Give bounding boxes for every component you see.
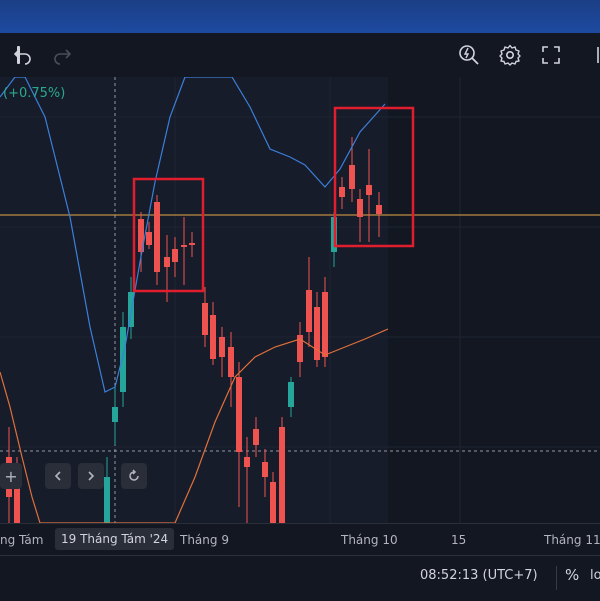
zoom-in-button[interactable]: + bbox=[0, 463, 22, 489]
candle-body bbox=[172, 249, 178, 262]
candle-body bbox=[202, 303, 208, 335]
candle-body bbox=[339, 187, 345, 197]
candle-body bbox=[279, 427, 285, 523]
candle-body bbox=[322, 292, 328, 357]
candle-body bbox=[349, 165, 355, 189]
candle-body bbox=[270, 482, 276, 523]
candle-body bbox=[146, 232, 152, 245]
scroll-left-button[interactable] bbox=[45, 463, 71, 489]
lightning-search-button[interactable] bbox=[455, 41, 483, 69]
redo-icon bbox=[54, 49, 72, 65]
candle-body bbox=[288, 382, 294, 407]
clock-timezone[interactable]: 08:52:13 (UTC+7) bbox=[420, 568, 538, 583]
candle-body bbox=[104, 477, 110, 523]
candle-body bbox=[120, 327, 126, 392]
candle-body bbox=[154, 202, 160, 272]
gear-icon bbox=[499, 44, 521, 66]
undo-button[interactable] bbox=[9, 41, 37, 69]
time-axis[interactable]: ng Tám 19 Tháng Tám '24 Tháng 9 Tháng 10… bbox=[0, 523, 600, 556]
candle-body bbox=[262, 462, 268, 477]
price-chart[interactable] bbox=[0, 77, 600, 523]
fullscreen-icon bbox=[542, 46, 560, 64]
candle-body bbox=[181, 245, 187, 247]
reset-icon bbox=[129, 469, 139, 481]
candle-body bbox=[112, 407, 118, 422]
candle-body bbox=[244, 457, 250, 467]
panel-icon bbox=[597, 47, 599, 63]
candle-body bbox=[219, 337, 225, 357]
status-divider bbox=[556, 566, 557, 590]
log-scale-button[interactable]: lo bbox=[590, 568, 600, 583]
candle-body bbox=[228, 347, 234, 377]
candle-body bbox=[306, 290, 312, 332]
candle-body bbox=[314, 307, 320, 360]
candle-body bbox=[164, 257, 170, 267]
lightning-search-icon bbox=[459, 45, 479, 65]
percent-scale-button[interactable]: % bbox=[565, 566, 579, 584]
browser-top-bar bbox=[0, 0, 600, 33]
scroll-right-button[interactable] bbox=[78, 463, 104, 489]
percent-change-label: (+0.75%) bbox=[3, 86, 66, 101]
time-label-november: Tháng 11 bbox=[544, 533, 600, 547]
status-bar: 08:52:13 (UTC+7) % lo bbox=[0, 555, 600, 601]
time-axis-selected-date: 19 Tháng Tám '24 bbox=[55, 528, 175, 550]
candle-body bbox=[189, 243, 195, 245]
candle-body bbox=[366, 185, 372, 195]
more-toolbar-button[interactable] bbox=[584, 41, 600, 69]
undo-icon bbox=[13, 49, 31, 65]
chart-toolbar bbox=[0, 33, 600, 78]
reset-chart-button[interactable] bbox=[121, 463, 147, 489]
time-label-october: Tháng 10 bbox=[341, 533, 398, 547]
settings-button[interactable] bbox=[496, 41, 524, 69]
candle-body bbox=[210, 315, 216, 359]
fullscreen-button[interactable] bbox=[537, 41, 565, 69]
zoom-in-label: + bbox=[4, 466, 18, 486]
candle-body bbox=[357, 199, 363, 217]
time-label-september: Tháng 9 bbox=[180, 533, 229, 547]
candle-body bbox=[253, 429, 259, 445]
candle-body bbox=[376, 205, 382, 214]
chevron-left-icon bbox=[54, 471, 61, 481]
time-label-august: ng Tám bbox=[0, 533, 44, 547]
candle-body bbox=[236, 377, 242, 452]
redo-button[interactable] bbox=[48, 41, 76, 69]
chevron-right-icon bbox=[88, 471, 95, 481]
time-label-15: 15 bbox=[451, 533, 467, 547]
